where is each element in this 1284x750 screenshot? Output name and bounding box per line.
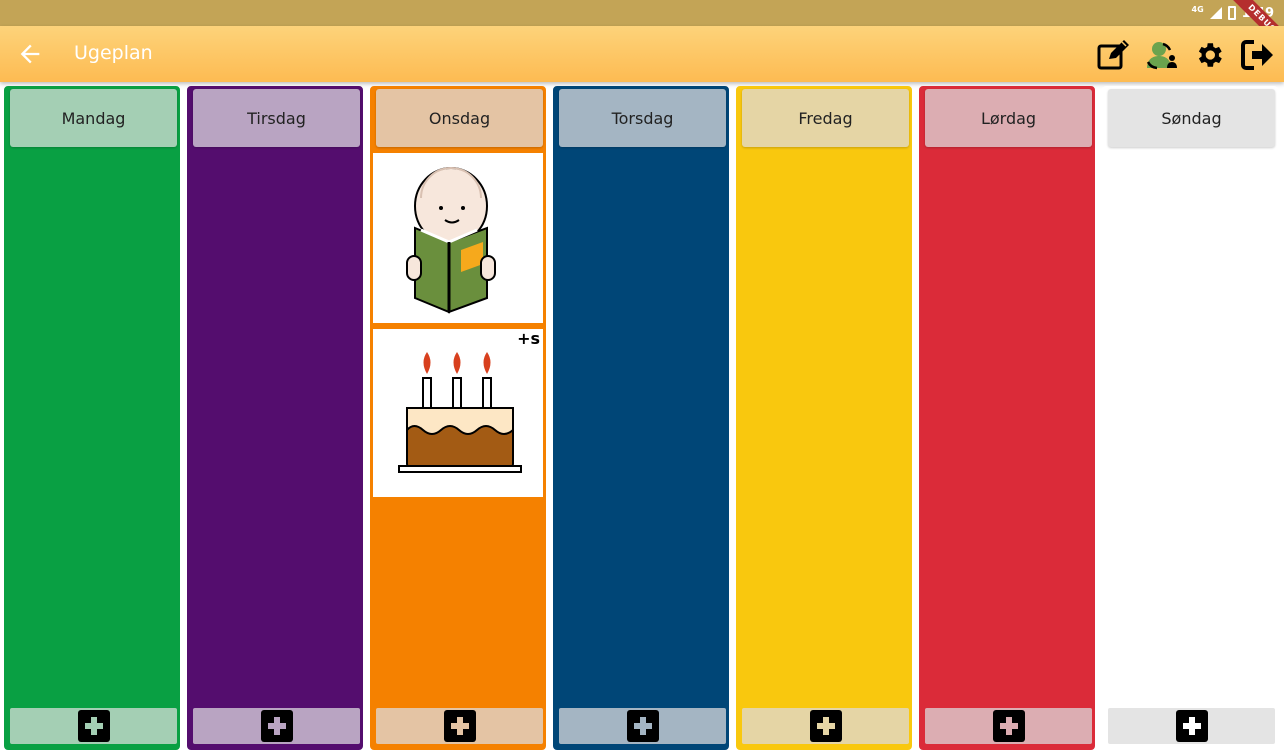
plus-icon [816,717,835,735]
page-title: Ugeplan [74,42,153,64]
add-activity-button[interactable] [626,710,659,742]
birthday-cake-pictogram [398,352,522,473]
day-column-tirsdag: Tirsdag [187,86,363,750]
logout-button[interactable] [1240,38,1274,72]
reading-book-pictogram [406,167,496,314]
day-footer-torsdag [559,708,726,744]
day-header-onsdag: Onsdag [376,89,543,147]
plus-icon [633,717,652,735]
day-footer-onsdag [376,708,543,744]
activity-card[interactable] [373,153,543,323]
plus-icon [450,717,469,735]
arrow-back-icon [20,44,40,64]
add-activity-button[interactable] [809,710,842,742]
citizen-switch-button[interactable] [1144,38,1178,72]
day-header-torsdag: Torsdag [559,89,726,147]
settings-button[interactable] [1192,38,1226,72]
day-column-mandag: Mandag [4,86,180,750]
day-header-mandag: Mandag [10,89,177,147]
day-footer-mandag [10,708,177,744]
signal-icon [1209,7,1222,19]
add-activity-button[interactable] [77,710,110,742]
app-bar: Ugeplan [0,26,1284,82]
day-column-onsdag: Onsdag +s [370,86,546,750]
day-header-tirsdag: Tirsdag [193,89,360,147]
logout-icon [1241,40,1273,70]
day-header-lordag: Lørdag [925,89,1092,147]
add-activity-button[interactable] [260,710,293,742]
plus-icon [999,717,1018,735]
week-board: Mandag Tirsdag Onsdag +s Torsdag Fredag … [4,86,1280,750]
plus-icon [1182,717,1201,735]
gear-icon [1198,43,1222,67]
add-activity-button[interactable] [1175,710,1208,742]
back-button[interactable] [16,40,44,68]
day-column-fredag: Fredag [736,86,912,750]
add-activity-button[interactable] [443,710,476,742]
edit-icon [1097,40,1129,70]
day-footer-tirsdag [193,708,360,744]
day-header-fredag: Fredag [742,89,909,147]
choice-board-mark: +s [517,329,540,348]
status-bar: 4G 1:49 DEBUG [0,0,1284,58]
day-column-lordag: Lørdag [919,86,1095,750]
day-column-torsdag: Torsdag [553,86,729,750]
plus-icon [267,717,286,735]
day-footer-sondag [1108,708,1275,744]
battery-icon [1227,6,1236,20]
activity-card[interactable]: +s [373,329,543,497]
day-footer-fredag [742,708,909,744]
add-activity-button[interactable] [992,710,1025,742]
network-type: 4G [1191,4,1204,14]
day-column-sondag: Søndag [1102,86,1278,750]
day-footer-lordag [925,708,1092,744]
day-header-sondag: Søndag [1108,89,1275,147]
edit-button[interactable] [1096,38,1130,72]
citizen-switch-icon [1146,42,1177,70]
plus-icon [84,717,103,735]
